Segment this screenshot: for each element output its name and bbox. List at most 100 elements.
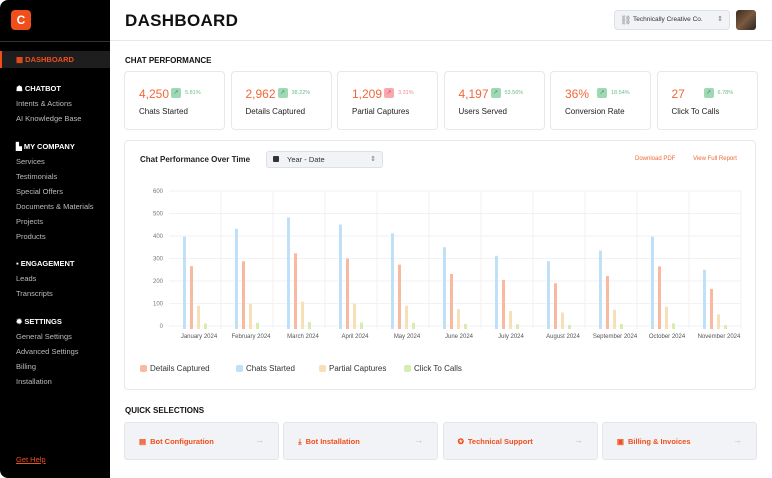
section-title: QUICK SELECTIONS <box>125 406 205 415</box>
document-icon: ▤ <box>139 437 147 446</box>
sidebar-item-label: DASHBOARD <box>25 55 74 64</box>
x-tick-label: July 2024 <box>498 334 524 340</box>
bar-partial-captures <box>405 305 408 329</box>
stat-card: 4,250 ↗ 5.81% Chats Started <box>124 71 225 130</box>
stat-change: 6.78% <box>717 90 734 96</box>
sidebar-item-dashboard[interactable]: ▦ DASHBOARD <box>0 51 110 68</box>
bar-chats-started <box>183 236 186 329</box>
bar-chats-started <box>339 224 342 329</box>
bar-partial-captures <box>665 306 668 329</box>
sidebar-item[interactable]: Projects <box>16 217 43 226</box>
sidebar-item[interactable]: General Settings <box>16 332 72 341</box>
stat-change: 5.81% <box>185 90 201 96</box>
quick-selection-card[interactable]: ▤ Bot Configuration → <box>124 422 279 460</box>
trend-down-icon: ↗ <box>384 88 394 98</box>
bar-partial-captures <box>561 312 564 329</box>
legend-item[interactable]: Chats Started <box>236 364 295 373</box>
lifebuoy-icon: ✪ <box>457 437 464 446</box>
logo: C <box>11 10 31 30</box>
legend-swatch <box>236 365 243 372</box>
bar-details-captured <box>346 258 349 329</box>
quick-selection-card[interactable]: ⤓ Bot Installation → <box>283 422 439 460</box>
sidebar-item[interactable]: Special Offers <box>16 187 63 196</box>
bar-chats-started <box>235 228 238 329</box>
bar-partial-captures <box>509 310 512 329</box>
legend-label: Details Captured <box>150 364 210 373</box>
sidebar-item[interactable]: Testimonials <box>16 172 57 181</box>
bar-click-to-calls <box>204 323 207 329</box>
x-tick-label: September 2024 <box>593 334 638 340</box>
stat-value: 27 <box>671 87 685 101</box>
y-tick-label: 100 <box>153 302 164 308</box>
section-label: CHATBOT <box>24 84 61 93</box>
stat-value: 36% <box>565 87 590 101</box>
quick-selection-label: Technical Support <box>467 437 533 446</box>
bar-partial-captures <box>613 309 616 329</box>
link-icon: ⛓ <box>620 15 632 25</box>
bar-details-captured <box>606 276 609 329</box>
y-tick-label: 600 <box>153 189 164 195</box>
sidebar-section-2: ▪ ENGAGEMENT <box>16 259 75 268</box>
y-tick-label: 300 <box>153 257 164 263</box>
arrow-right-icon: → <box>414 435 424 445</box>
bar-details-captured <box>710 288 713 329</box>
stat-change: 38.22% <box>291 90 311 96</box>
trend-up-icon: ↗ <box>703 88 714 98</box>
avatar[interactable] <box>736 10 756 30</box>
legend-swatch <box>319 365 326 372</box>
company-selector[interactable]: ⛓ Technically Creative Co. ⇕ <box>614 10 730 30</box>
stat-card: 1,209 ↗ 3.31% Partial Captures <box>337 71 438 130</box>
legend-item[interactable]: Click To Calls <box>404 364 462 373</box>
chart-panel: Chat Performance Over Time Year - Date ⇕ … <box>124 140 756 390</box>
trend-up-icon: ↗ <box>490 88 501 98</box>
sidebar-item[interactable]: Documents & Materials <box>16 202 94 211</box>
stat-change: 18.54% <box>611 90 630 96</box>
building-icon: ▙ <box>16 142 24 151</box>
sidebar-item[interactable]: Services <box>16 157 45 166</box>
bar-partial-captures <box>301 301 304 329</box>
bar-chats-started <box>703 269 706 329</box>
y-tick-label: 0 <box>160 324 164 330</box>
bar-click-to-calls <box>568 324 571 329</box>
quick-selection-card[interactable]: ✪ Technical Support → <box>442 422 598 460</box>
sidebar-item[interactable]: Advanced Settings <box>16 347 79 356</box>
sidebar-item[interactable]: Products <box>16 232 46 241</box>
x-tick-label: May 2024 <box>394 334 421 340</box>
sidebar-item[interactable]: Leads <box>16 274 36 283</box>
legend-item[interactable]: Partial Captures <box>319 364 386 373</box>
sidebar-item[interactable]: Intents & Actions <box>16 99 72 108</box>
bar-click-to-calls <box>360 322 363 329</box>
x-tick-label: January 2024 <box>181 334 218 340</box>
bar-details-captured <box>554 283 557 329</box>
bar-click-to-calls <box>672 323 675 329</box>
sidebar-item[interactable]: Installation <box>16 377 52 386</box>
bar-partial-captures <box>249 303 252 329</box>
get-help-link[interactable]: Get Help <box>16 455 46 464</box>
quick-selection-label: Bot Installation <box>305 437 360 446</box>
bar-chart: 0 100 200 300 400 500 600 January 2024 February … <box>153 189 742 340</box>
bar-chats-started <box>287 217 290 329</box>
sidebar-section-3: ✹ SETTINGS <box>16 317 62 326</box>
divider <box>0 41 110 42</box>
sidebar: C ▦ DASHBOARD ☗ CHATBOT Intents & Actions… <box>0 0 110 478</box>
section-label: SETTINGS <box>24 317 62 326</box>
chevron-updown-icon: ⇕ <box>717 16 723 23</box>
bar-chats-started <box>391 233 394 329</box>
x-tick-label: February 2024 <box>231 334 271 340</box>
robot-icon: ☗ <box>16 84 25 93</box>
legend-item[interactable]: Details Captured <box>140 364 210 373</box>
legend-swatch <box>140 365 147 372</box>
x-tick-label: November 2024 <box>698 334 741 340</box>
y-tick-label: 400 <box>153 234 164 240</box>
sidebar-item[interactable]: Transcripts <box>16 289 53 298</box>
bar-details-captured <box>658 266 661 329</box>
quick-selection-card[interactable]: ▣ Billing & Invoices → <box>601 422 757 460</box>
bar-details-captured <box>190 266 193 329</box>
sidebar-item[interactable]: AI Knowledge Base <box>16 114 81 123</box>
stat-label: Chats Started <box>139 107 188 116</box>
company-name: Technically Creative Co. <box>633 16 703 23</box>
legend-label: Partial Captures <box>329 364 387 373</box>
section-label: ENGAGEMENT <box>20 259 75 268</box>
bar-details-captured <box>242 261 245 329</box>
sidebar-item[interactable]: Billing <box>16 362 36 371</box>
